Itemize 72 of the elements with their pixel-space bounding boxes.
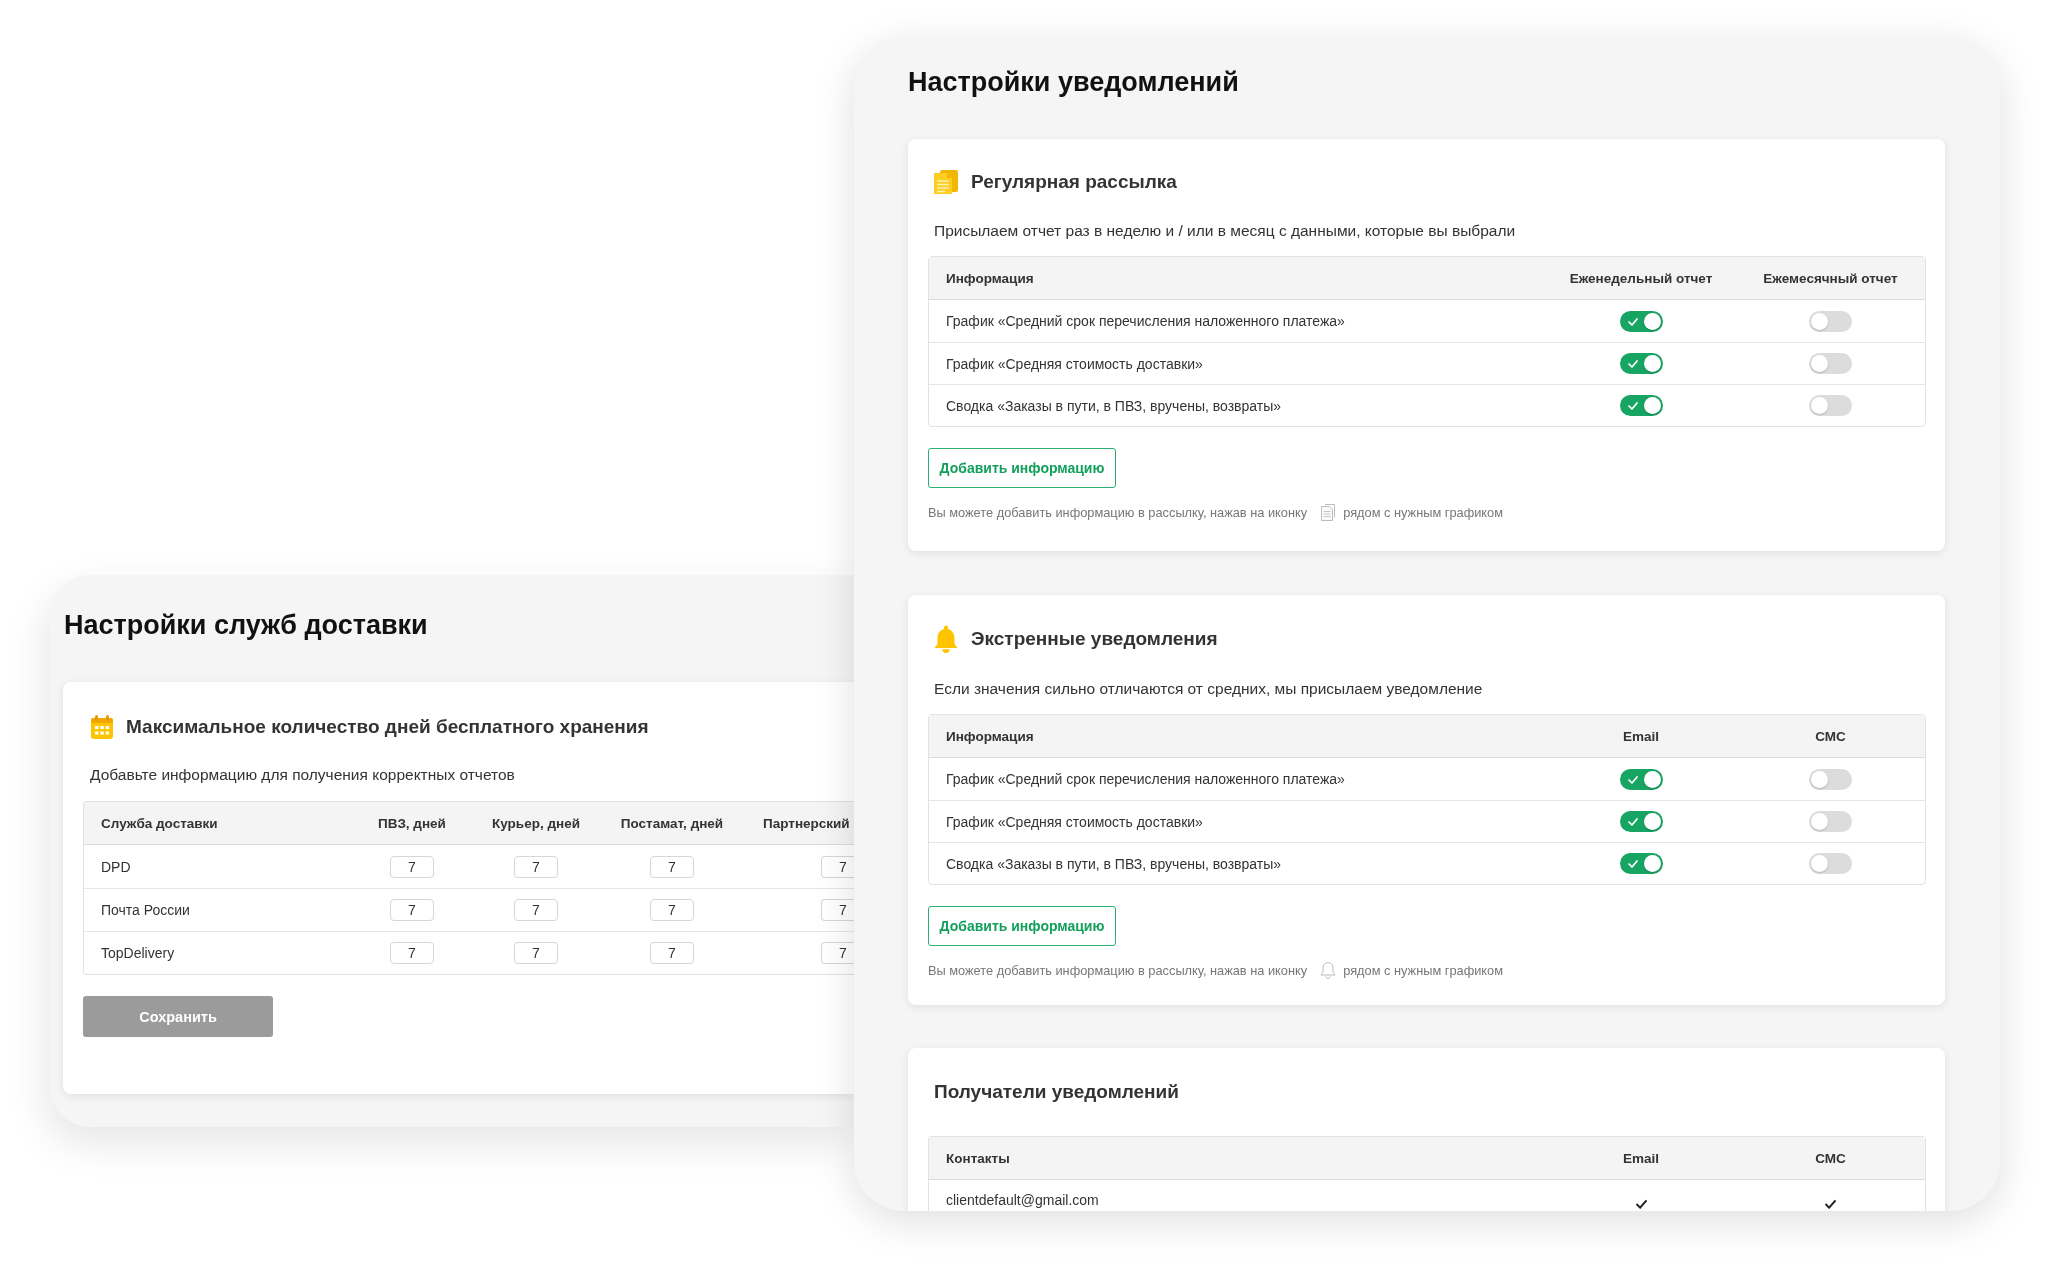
table-cell: TopDelivery [101,945,175,961]
days-input[interactable]: 7 [390,855,434,878]
toggle-switch[interactable] [1619,853,1663,874]
days-input[interactable]: 7 [821,942,855,964]
window-title: Настройки служб доставки [64,609,429,642]
days-input[interactable]: 7 [650,899,694,921]
days-input[interactable]: 7 [650,942,694,964]
column-header: Ежемесячный отчет [1763,270,1898,286]
check-icon [1627,775,1638,784]
document-icon [1320,503,1337,522]
card-description: Если значения сильно отличаются от средних, мы присылаем уведомление [934,679,1484,699]
table-cell: Почта России [101,902,190,918]
toggle-switch[interactable] [1619,310,1663,332]
toggle-switch[interactable] [1619,353,1663,374]
days-input[interactable]: 7 [821,899,855,921]
check-icon [1627,402,1638,410]
column-header: Курьер, дней [492,815,580,831]
check-icon [1627,360,1638,368]
check-icon [1627,317,1638,326]
hint-text: рядом с нужным графиком [1343,503,1503,522]
card-description: Присылаем отчет раз в неделю и / или в месяц с данными, которые вы выбрали [934,221,1517,241]
column-header: ПВЗ, дней [378,815,446,831]
days-input[interactable]: 7 [514,855,558,878]
toggle-switch[interactable] [1809,853,1852,874]
table-cell: Сводка «Заказы в пути, в ПВЗ, вручены, возвраты» [946,855,1282,872]
column-header: Email [1623,1150,1659,1166]
bell-icon [933,624,959,654]
days-input[interactable]: 7 [650,855,694,878]
card-title: Получатели уведомлений [934,1080,1180,1104]
card-title: Максимальное количество дней бесплатного хранения [126,715,649,739]
toggle-switch[interactable] [1809,811,1852,832]
toggle-switch[interactable] [1619,811,1663,832]
window-title: Настройки уведомлений [908,66,1240,99]
document-icon [933,169,959,195]
column-header: Постамат, дней [620,815,724,831]
days-input[interactable]: 7 [514,899,558,921]
calendar-icon [90,714,114,740]
toggle-switch[interactable] [1809,768,1852,790]
column-header: Информация [946,270,1034,286]
hint-text: рядом с нужным графиком [1343,961,1503,980]
card-title: Экстренные уведомления [971,627,1218,651]
days-input[interactable]: 7 [514,942,558,964]
table-cell: DPD [101,858,131,875]
days-input[interactable]: 7 [390,942,434,964]
table-cell: График «Средний срок перечисления наложенного платежа» [946,313,1345,329]
column-header: СМС [1815,728,1846,744]
check-icon [1627,818,1638,826]
column-header: Контакты [946,1150,1010,1166]
card-description: Добавьте информацию для получения корректных отчетов [90,765,516,785]
column-header: СМС [1815,1150,1846,1166]
toggle-switch[interactable] [1809,395,1852,416]
column-header: Email [1623,728,1659,744]
table-cell: График «Средний срок перечисления наложенного платежа» [946,771,1345,787]
hint-text: Вы можете добавить информацию в рассылку, нажав на иконку [928,503,1308,522]
toggle-switch[interactable] [1619,395,1663,416]
days-input[interactable]: 7 [390,899,434,921]
toggle-switch[interactable] [1619,768,1663,790]
table-cell: Сводка «Заказы в пути, в ПВЗ, вручены, возвраты» [946,397,1282,414]
column-header: Еженедельный отчет [1569,270,1713,286]
column-header: Информация [946,728,1034,744]
table-cell: clientdefault@gmail.com [946,1192,1099,1208]
check-icon [1627,860,1638,868]
hint-text: Вы можете добавить информацию в рассылку, нажав на иконку [928,961,1308,980]
bell-icon [1320,961,1337,980]
toggle-switch[interactable] [1809,353,1852,374]
table-cell: График «Средняя стоимость доставки» [946,813,1203,830]
card-title: Регулярная рассылка [971,170,1177,194]
column-header: Партнерский [763,815,850,831]
days-input[interactable]: 7 [821,855,855,878]
column-header: Служба доставки [101,815,218,831]
toggle-switch[interactable] [1809,310,1852,332]
table-cell: График «Средняя стоимость доставки» [946,355,1203,372]
